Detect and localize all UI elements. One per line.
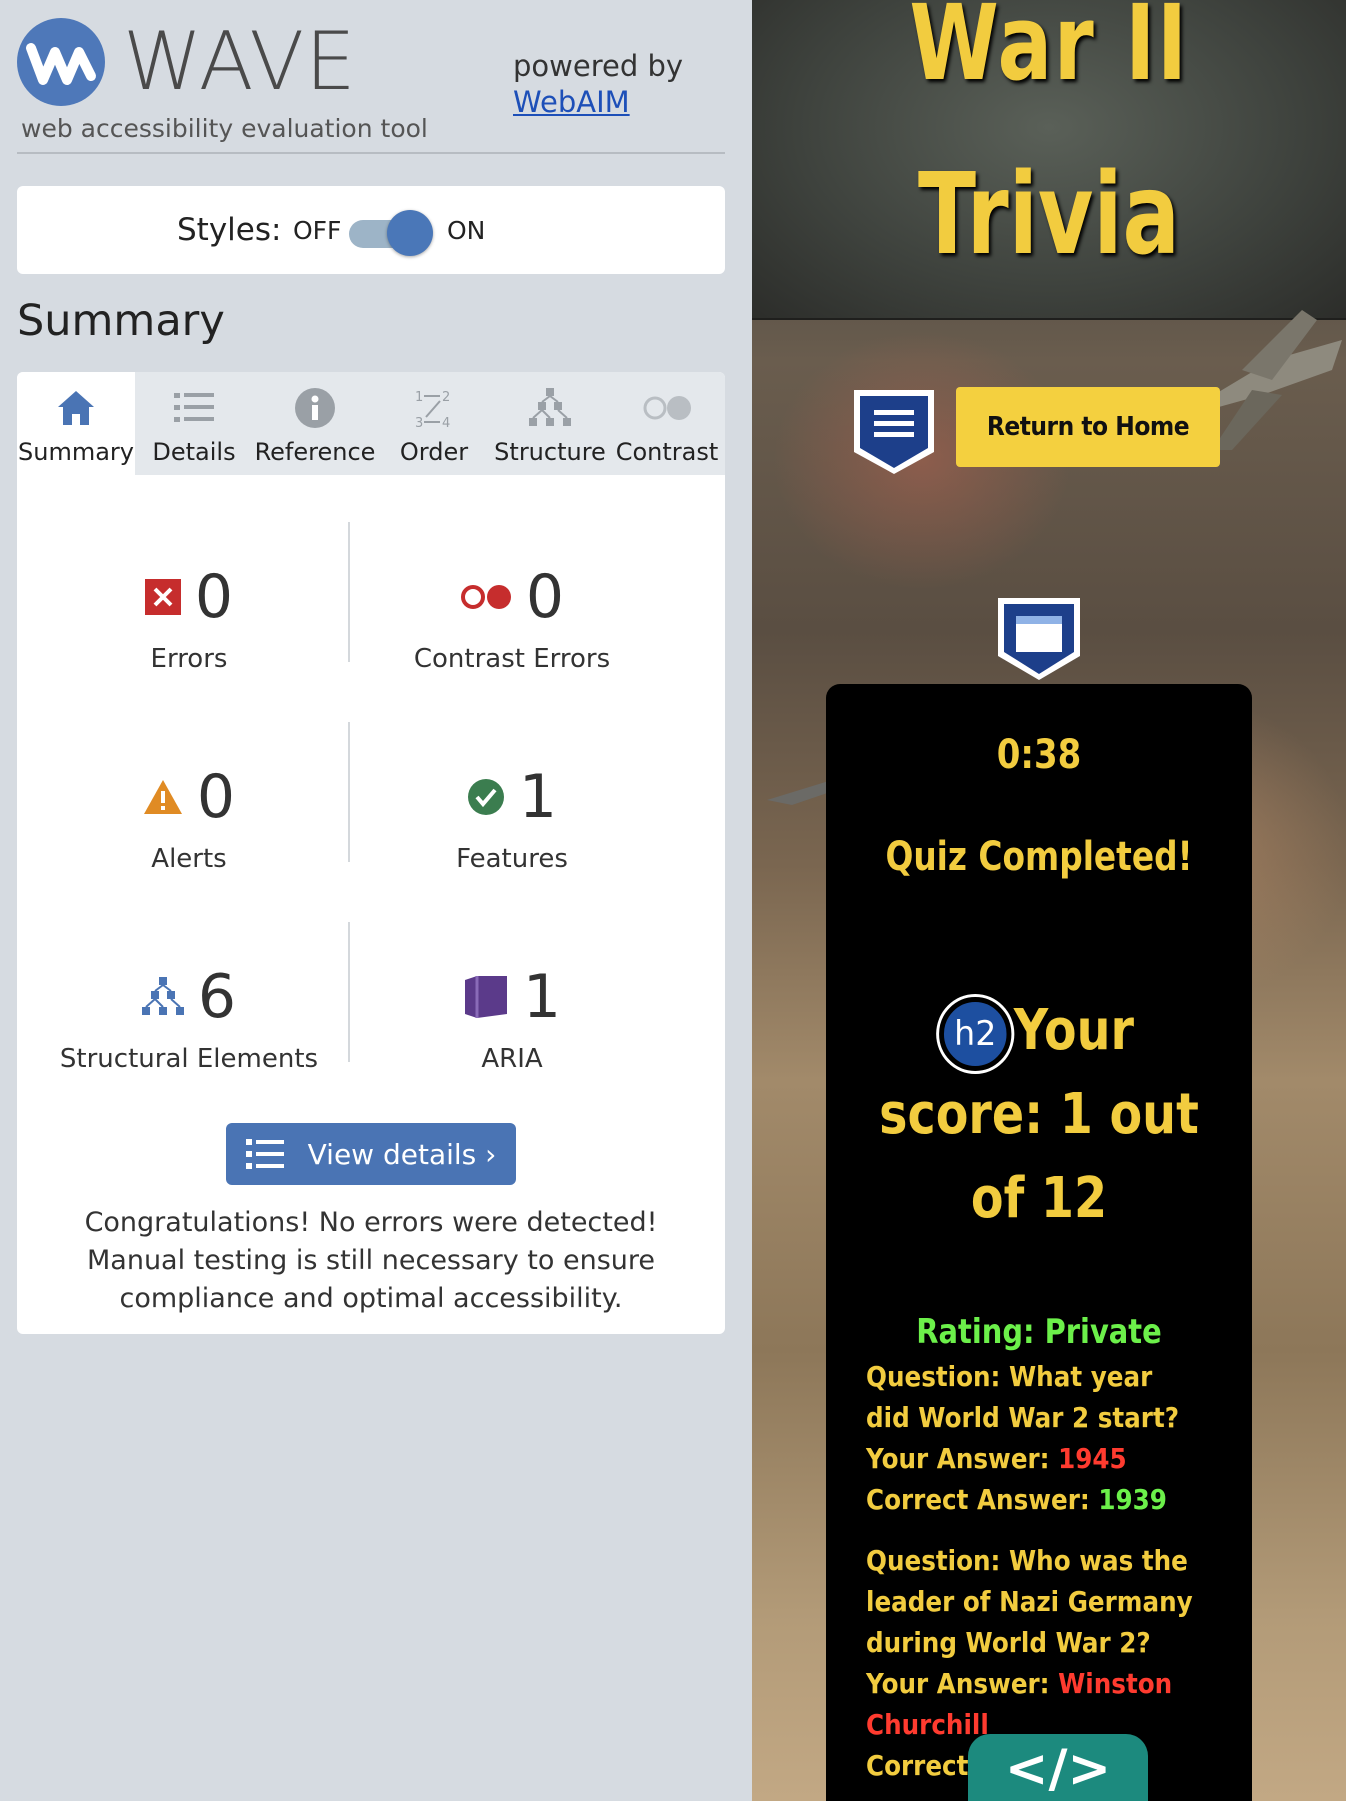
tab-order[interactable]: 1 2 3 4 Order [377,372,491,475]
tab-structure[interactable]: Structure [491,372,609,475]
stat-aria[interactable]: 1 ARIA [352,962,672,1074]
errors-count: 0 [194,562,234,632]
contrast-errors-count: 0 [525,562,565,632]
svg-text:1: 1 [415,390,423,405]
alerts-count: 0 [196,762,236,832]
aria-icon [464,976,507,1018]
correct-answer-label: Correct [866,1749,969,1782]
quiz-timer: 0:38 [996,732,1082,778]
tab-summary-label: Summary [18,438,134,466]
page-header: War II Trivia [752,0,1346,320]
view-details-label: View details › [307,1137,497,1171]
congrats-message: Congratulations! No errors were detected… [84,1207,658,1314]
styles-off-label[interactable]: OFF [293,216,341,245]
svg-text:4: 4 [442,416,450,429]
tab-contrast[interactable]: Contrast [609,372,725,475]
info-icon [295,388,335,428]
view-details-button[interactable]: View details › [226,1123,516,1185]
wave-logo-icon [17,18,105,106]
tab-order-label: Order [399,438,469,466]
tab-details-label: Details [152,438,236,466]
tab-contrast-label: Contrast [615,438,719,466]
question-label: Question: [866,1360,1001,1393]
page-preview: War II Trivia Return to Home 0:38 Quiz C… [752,0,1346,1801]
wave-region-icon[interactable] [996,596,1082,682]
features-label: Features [456,844,568,874]
structural-label: Structural Elements [59,1044,319,1074]
summary-panel: Summary Details Reference 1 2 3 4 Order Str… [17,372,725,1334]
your-answer-label: Your Answer: [866,1667,1050,1700]
wave-sidebar: WAVE web accessibility evaluation tool p… [0,0,752,1801]
qa-item: Question: What year did World War 2 star… [866,1356,1200,1520]
rating-text: Rating: Private [916,1312,1162,1352]
list-icon [245,1139,284,1169]
svg-text:2: 2 [442,390,450,405]
error-icon [144,579,181,615]
structure-icon [141,977,184,1015]
return-home-button[interactable]: Return to Home [956,387,1220,467]
your-answer-value: 1945 [1058,1442,1127,1475]
page-title-line1: War II [909,0,1189,104]
contrast-icon [643,396,691,420]
order-icon: 1 2 3 4 [415,390,450,429]
tab-reference[interactable]: Reference [253,372,377,475]
wave-h2-icon[interactable]: h2 [939,996,1012,1071]
contrast-errors-label: Contrast Errors [413,644,611,674]
tab-details[interactable]: Details [135,372,253,475]
stat-errors[interactable]: 0 Errors [29,562,349,674]
styles-label: Styles: [177,212,282,248]
correct-answer-label: Correct Answer: [866,1483,1090,1516]
your-answer-label: Your Answer: [866,1442,1050,1475]
score-text: Your score: 1 out of 12 [879,998,1199,1231]
wave-logo-text: WAVE [123,15,357,108]
correct-answer-value: 1939 [1098,1483,1167,1516]
quiz-completed-heading: Quiz Completed! [885,834,1193,880]
home-icon [58,391,94,425]
styles-toggle-knob[interactable] [387,210,433,256]
features-count: 1 [518,762,558,832]
powered-by-text: powered by [513,49,684,83]
quiz-results-card: 0:38 Quiz Completed! h2 Your score: 1 out… [826,684,1252,1801]
errors-label: Errors [150,644,228,674]
powered-by: powered by WebAIM [513,48,683,121]
wave-brand: WAVE web accessibility evaluation tool p… [17,18,725,154]
structural-count: 6 [197,962,237,1032]
styles-toggle-box: Styles: OFF ON [17,186,725,274]
stat-structural[interactable]: 6 Structural Elements [29,962,349,1074]
tab-structure-label: Structure [494,438,606,466]
code-icon[interactable]: </> [968,1734,1148,1801]
contrast-error-icon [460,585,511,609]
stat-contrast-errors[interactable]: 0 Contrast Errors [352,562,672,674]
styles-on-label[interactable]: ON [447,216,485,245]
alert-icon [143,780,182,814]
score-heading: h2 Your score: 1 out of 12 [875,989,1203,1241]
question-label: Question: [866,1544,1001,1577]
feature-icon [467,779,504,815]
aria-label: ARIA [481,1044,543,1074]
alerts-label: Alerts [151,844,227,874]
webaim-link[interactable]: WebAIM [513,85,630,119]
summary-heading: Summary [17,296,225,346]
wave-tagline: web accessibility evaluation tool [21,114,428,143]
tab-reference-label: Reference [254,438,376,466]
structure-icon [529,388,571,426]
list-icon [174,393,214,422]
page-title-line2: Trivia [918,150,1180,280]
aria-count: 1 [522,962,562,1032]
wave-aria-landmark-icon[interactable] [852,388,936,476]
stat-features[interactable]: 1 Features [352,762,672,874]
stat-alerts[interactable]: 0 Alerts [29,762,349,874]
svg-text:3: 3 [415,416,423,429]
panel-tabs: Summary Details Reference 1 2 3 4 Order Str… [17,372,725,475]
tab-summary[interactable]: Summary [17,372,135,475]
